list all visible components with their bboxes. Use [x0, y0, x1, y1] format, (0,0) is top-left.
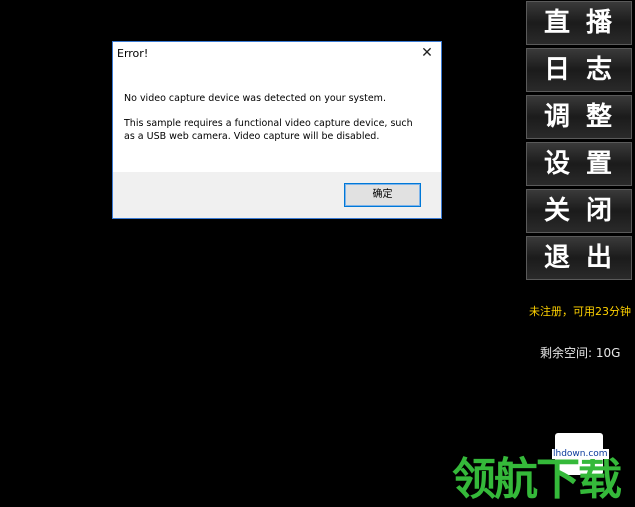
- free-space-readout: 剩余空间: 10G: [540, 346, 621, 360]
- menu-item-label: 关闭: [543, 196, 628, 226]
- dialog-title: Error!: [117, 47, 149, 60]
- registration-status: 未注册，可用23分钟: [529, 305, 631, 318]
- menu-item-settings[interactable]: 设置: [526, 142, 632, 186]
- watermark-site: lhdown.com: [552, 449, 609, 459]
- watermark-logo: 领航下载 lhdown.com: [452, 433, 632, 505]
- dialog-titlebar[interactable]: Error! ✕: [113, 42, 441, 66]
- message-line: No video capture device was detected on …: [124, 93, 386, 104]
- dialog-footer: 确定: [113, 172, 441, 218]
- menu-item-exit[interactable]: 退出: [526, 236, 632, 280]
- dialog-message: No video capture device was detected on …: [124, 92, 424, 155]
- menu-item-live[interactable]: 直播: [526, 1, 632, 45]
- close-icon[interactable]: ✕: [419, 45, 435, 61]
- menu-item-close[interactable]: 关闭: [526, 189, 632, 233]
- side-menu: 预览 直播 日志 调整 设置 关闭 退出: [526, 0, 632, 283]
- menu-item-label: 日志: [543, 55, 628, 85]
- ok-button[interactable]: 确定: [344, 183, 421, 207]
- menu-item-adjust[interactable]: 调整: [526, 95, 632, 139]
- menu-item-label: 调整: [543, 102, 628, 132]
- message-line: This sample requires a functional video …: [124, 118, 413, 142]
- error-dialog: Error! ✕ No video capture device was det…: [112, 41, 442, 219]
- menu-item-label: 直播: [543, 8, 628, 38]
- menu-item-label: 设置: [543, 149, 628, 179]
- menu-item-label: 退出: [543, 243, 628, 273]
- menu-item-log[interactable]: 日志: [526, 48, 632, 92]
